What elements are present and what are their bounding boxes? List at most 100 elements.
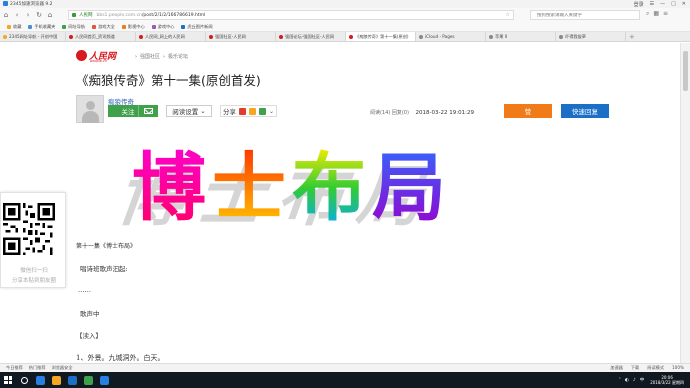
breadcrumb-separator: › [163,54,166,60]
close-icon[interactable]: ✕ [682,1,686,7]
tab[interactable]: 人民网_网上的人民网 [136,32,206,41]
quick-reply-label: 快速回复 [572,109,598,116]
tab-favicon [3,34,7,39]
taskbar-browser-icon[interactable] [80,372,96,388]
tab[interactable]: 强国社区-人民网 [206,32,276,41]
banner-image: 博 士 布 局 博 士 布 局 [120,145,446,233]
avatar[interactable] [76,95,104,123]
tray-up-arrow-icon[interactable]: ˄ [619,378,621,383]
favorite-star-icon[interactable]: ☆ [506,12,510,18]
home-icon[interactable]: ⌂ [1,10,11,20]
volume-icon[interactable]: ♪ [633,378,636,383]
taskbar-icon-tile [35,375,45,385]
qzone-icon[interactable] [249,107,256,115]
tab[interactable]: 人民网首页_资讯频道 [66,32,136,41]
reply-count: 回复(0) [391,110,409,116]
taskbar-icon-tile [83,375,93,385]
taskbar-edge-icon[interactable] [32,372,48,388]
read-settings-dropdown[interactable]: 阅读设置 ⌄ [166,105,212,117]
follow-label: 关注 [121,109,135,116]
taskbar-clock[interactable]: 20:06 2018/3/22 星期四 [650,375,684,385]
taskbar-app-icon[interactable] [96,372,112,388]
ime-language[interactable]: 中 [640,377,645,383]
forward-icon[interactable]: › [23,10,33,20]
settings-icon[interactable]: ≡ [663,10,668,18]
tab-favicon [69,34,73,39]
status-item[interactable]: 今日推荐 [6,365,23,371]
network-icon[interactable]: ◐ [625,378,629,383]
search-input[interactable] [537,12,633,18]
minimize-icon[interactable]: — [660,1,665,7]
taskbar-folder-icon[interactable] [48,372,64,388]
back-icon[interactable]: ‹ [12,10,22,20]
message-button[interactable] [138,105,158,117]
bookmarks-bar: 收藏 手机收藏夹 网址导航 游戏大全 影视中心 游戏中心 虎丘图片新闻 [0,22,690,32]
article-line: 1、外景。九城洞外。白天。 [76,354,165,362]
taskbar-icon-tile [51,375,61,385]
wechat-icon[interactable] [259,107,266,115]
people-daily-logo-icon [76,50,87,61]
tab[interactable]: 吓得我拔草 [556,32,626,41]
bookmark-item[interactable]: 网址导航 [62,24,85,30]
refresh-icon[interactable]: ↻ [34,10,44,20]
bookmark-item[interactable]: 游戏大全 [92,24,115,30]
tab[interactable]: iCloud - Pages [416,32,486,41]
status-item[interactable]: 热门推荐 [29,365,46,371]
site-name: 人民网 [79,13,93,18]
like-label: 赞 [524,109,532,116]
bookmark-icon [62,24,67,29]
search-icon[interactable]: ⌕ [646,10,649,18]
maximize-icon[interactable]: □ [671,1,676,7]
tab[interactable]: 苹果 II [486,32,556,41]
quick-reply-button[interactable]: 快速回复 [561,104,609,118]
bookmark-label: 手机收藏夹 [34,23,56,29]
url-text: bbs1.people.com.cn/post/2/1/2/166786619.… [97,13,206,18]
weibo-icon[interactable] [239,107,246,115]
windows-logo-icon [4,376,12,384]
article-line: 第十一集《博士布局》 [76,243,137,250]
bookmark-item[interactable]: 游戏中心 [151,24,174,30]
chevron-down-icon: ⌄ [200,107,206,115]
status-item[interactable]: 加速器 [610,365,623,371]
login-link[interactable]: 登录 [634,1,644,8]
post-stats: 阅读(14) 回复(0) 2018-03-22 19:01:29 [370,109,474,116]
address-bar[interactable]: 人民网 bbs1.people.com.cn/post/2/1/2/166786… [68,10,514,20]
taskbar-search-icon[interactable] [16,372,32,388]
tab-favicon [279,34,283,39]
bookmark-item[interactable]: 手机收藏夹 [28,24,55,30]
site-logo[interactable]: 人民网 people.cn [76,49,116,63]
nav-tools: ⌕ ▦ ≡ [646,10,668,18]
taskbar-store-icon[interactable] [64,372,80,388]
bookmark-item[interactable]: 虎丘图片新闻 [181,24,213,30]
status-item[interactable]: 阅读模式 [647,365,664,371]
breadcrumb-item[interactable]: 极乐论坛 [168,54,188,60]
like-button[interactable]: 赞 [504,104,552,118]
tab-favicon [559,34,563,39]
tab[interactable]: 2345网址导航 - 开创中国 [0,32,66,41]
tab[interactable]: 强国论坛-强国社区-人民网 [276,32,346,41]
qr-share-panel[interactable]: 微信扫一扫 分享本贴到朋友圈 [0,192,66,288]
tab-label: 人民网首页_资讯频道 [75,33,115,39]
qr-caption: 微信扫一扫 [20,268,48,274]
start-button[interactable] [0,372,16,388]
search-box[interactable] [530,10,640,20]
new-tab-icon[interactable]: + [629,33,635,41]
vertical-scrollbar[interactable] [680,43,690,363]
chevron-down-icon[interactable]: ⌄ [269,108,274,115]
bookmark-item[interactable]: 收藏 [7,24,21,30]
breadcrumb-separator: › [135,54,137,60]
envelope-icon [144,108,153,114]
status-item[interactable]: 浏览器安全 [52,365,73,371]
tab-active[interactable]: 《痴狼传奇》第十一集(原创) [346,32,416,41]
bookmark-item[interactable]: 影视中心 [121,24,145,30]
tab-label: 苹果 II [495,33,508,39]
menu-icon[interactable]: ☰ [650,1,654,7]
bookmark-label: 收藏 [13,23,22,29]
banner-char-1: 博 [132,145,206,231]
home-page-icon[interactable]: ⌂ [45,10,55,20]
scrollbar-thumb[interactable] [683,51,688,91]
status-item[interactable]: 下载 [631,365,639,371]
extensions-icon[interactable]: ▦ [653,10,659,18]
zoom-level[interactable]: 100% [672,365,684,371]
breadcrumb-item[interactable]: 强国社区 [140,54,160,60]
